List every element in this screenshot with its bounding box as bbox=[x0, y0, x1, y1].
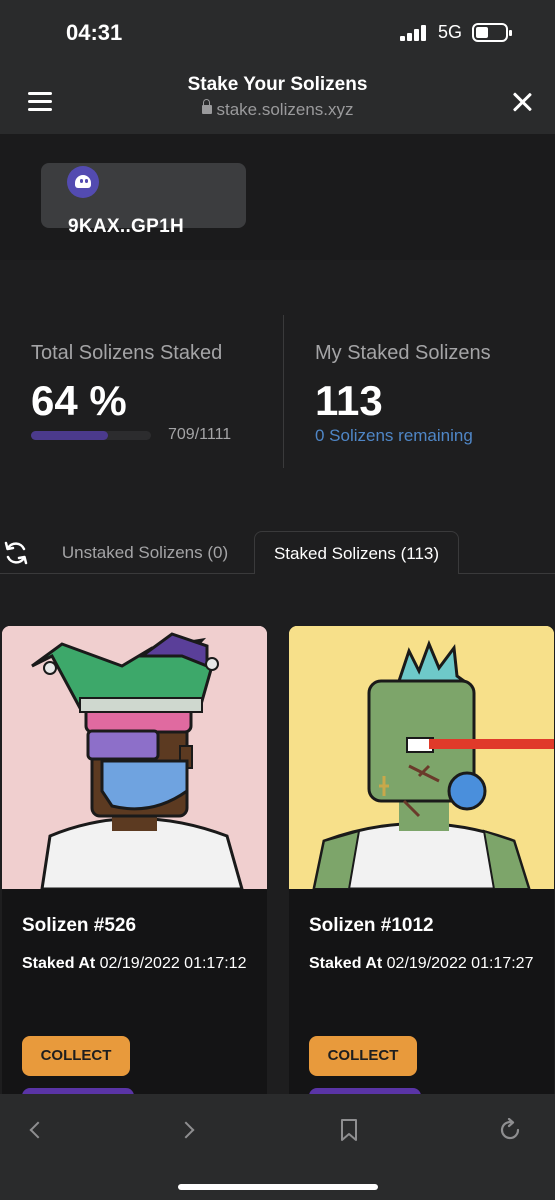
staked-at: Staked At 02/19/2022 01:17:27 bbox=[309, 955, 534, 972]
staked-progress-bar bbox=[31, 431, 151, 440]
wallet-address: 9KAX..GP1H bbox=[68, 216, 184, 237]
network-type: 5G bbox=[438, 22, 463, 42]
staked-at: Staked At 02/19/2022 01:17:12 bbox=[22, 955, 247, 972]
status-bar: 04:31 5G bbox=[0, 0, 555, 62]
staked-progress-fill bbox=[31, 431, 108, 440]
signal-icon bbox=[400, 25, 430, 41]
nft-card[interactable]: Solizen #526 Staked At 02/19/2022 01:17:… bbox=[2, 626, 267, 1106]
page-title: Stake Your Solizens bbox=[187, 74, 368, 95]
tab-unstaked[interactable]: Unstaked Solizens (0) bbox=[40, 531, 250, 574]
browser-nav-bar: Stake Your Solizens stake.solizens.xyz bbox=[0, 62, 555, 134]
phantom-icon bbox=[67, 166, 99, 198]
card-title: Solizen #1012 bbox=[309, 915, 434, 936]
home-indicator bbox=[178, 1184, 378, 1190]
nft-card[interactable]: Solizen #1012 Staked At 02/19/2022 01:17… bbox=[289, 626, 554, 1106]
refresh-icon[interactable] bbox=[3, 540, 29, 566]
total-staked-value: 64 % bbox=[31, 377, 127, 424]
bookmark-icon[interactable] bbox=[337, 1118, 361, 1142]
my-staked-value: 113 bbox=[315, 377, 383, 424]
staked-progress-text: 709/1111 bbox=[168, 426, 232, 443]
browser-toolbar bbox=[0, 1094, 555, 1200]
forward-icon[interactable] bbox=[177, 1118, 202, 1142]
total-staked-label: Total Solizens Staked bbox=[31, 342, 223, 364]
wallet-section: 9KAX..GP1H bbox=[0, 134, 555, 260]
close-icon[interactable] bbox=[512, 92, 532, 112]
status-time: 04:31 bbox=[66, 20, 123, 45]
card-title: Solizen #526 bbox=[22, 915, 137, 936]
tab-bar: Unstaked Solizens (0) Staked Solizens (1… bbox=[0, 531, 555, 575]
nft-image bbox=[289, 626, 554, 889]
url-text: stake.solizens.xyz bbox=[216, 100, 354, 119]
url-row[interactable]: stake.solizens.xyz bbox=[0, 99, 555, 120]
nft-image bbox=[2, 626, 267, 889]
back-icon[interactable] bbox=[24, 1118, 48, 1142]
wallet-button[interactable]: 9KAX..GP1H bbox=[41, 163, 246, 237]
battery-icon bbox=[472, 23, 512, 42]
stats-divider bbox=[283, 315, 284, 468]
collect-button[interactable]: COLLECT bbox=[22, 1036, 130, 1076]
my-staked-label: My Staked Solizens bbox=[315, 342, 491, 364]
tab-staked[interactable]: Staked Solizens (113) bbox=[254, 531, 459, 574]
reload-icon[interactable] bbox=[498, 1118, 522, 1142]
collect-button[interactable]: COLLECT bbox=[309, 1036, 417, 1076]
lock-icon bbox=[201, 99, 212, 114]
stats-section: Total Solizens Staked 64 % 709/1111 My S… bbox=[0, 260, 555, 500]
remaining-text: 0 Solizens remaining bbox=[315, 426, 473, 445]
